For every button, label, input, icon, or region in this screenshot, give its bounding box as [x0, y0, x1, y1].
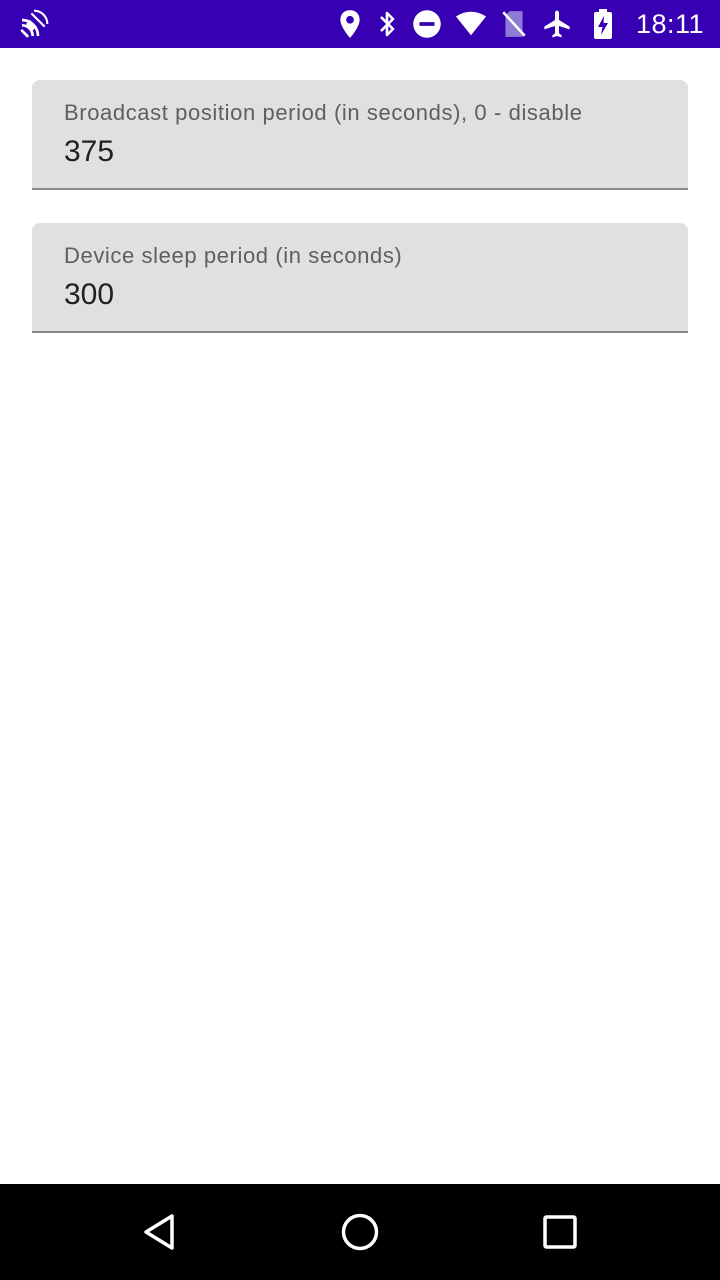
status-time: 18:11: [635, 9, 704, 39]
broadcast-period-field[interactable]: Broadcast position period (in seconds), …: [32, 80, 688, 190]
broadcast-period-label: Broadcast position period (in seconds), …: [64, 100, 583, 125]
home-icon: [341, 1213, 379, 1251]
cast-icon: [18, 8, 50, 40]
status-bar: 18:11: [0, 0, 720, 48]
wifi-icon: [455, 8, 487, 40]
do-not-disturb-icon: [411, 8, 443, 40]
battery-charging-icon: [587, 8, 619, 40]
settings-screen: Broadcast position period (in seconds), …: [0, 48, 720, 1184]
home-button[interactable]: [328, 1200, 392, 1264]
sleep-period-field[interactable]: Device sleep period (in seconds): [32, 223, 688, 333]
recents-icon: [543, 1215, 577, 1249]
bluetooth-icon: [371, 8, 403, 40]
back-button[interactable]: [128, 1200, 192, 1264]
sleep-period-label: Device sleep period (in seconds): [64, 243, 403, 268]
no-sim-icon: [498, 8, 530, 40]
navigation-bar: [0, 1184, 720, 1280]
recents-button[interactable]: [528, 1200, 592, 1264]
back-icon: [144, 1214, 174, 1250]
airplane-mode-icon: [541, 8, 573, 40]
broadcast-period-input[interactable]: [64, 132, 654, 172]
sleep-period-input[interactable]: [64, 275, 654, 315]
location-icon: [334, 8, 366, 40]
